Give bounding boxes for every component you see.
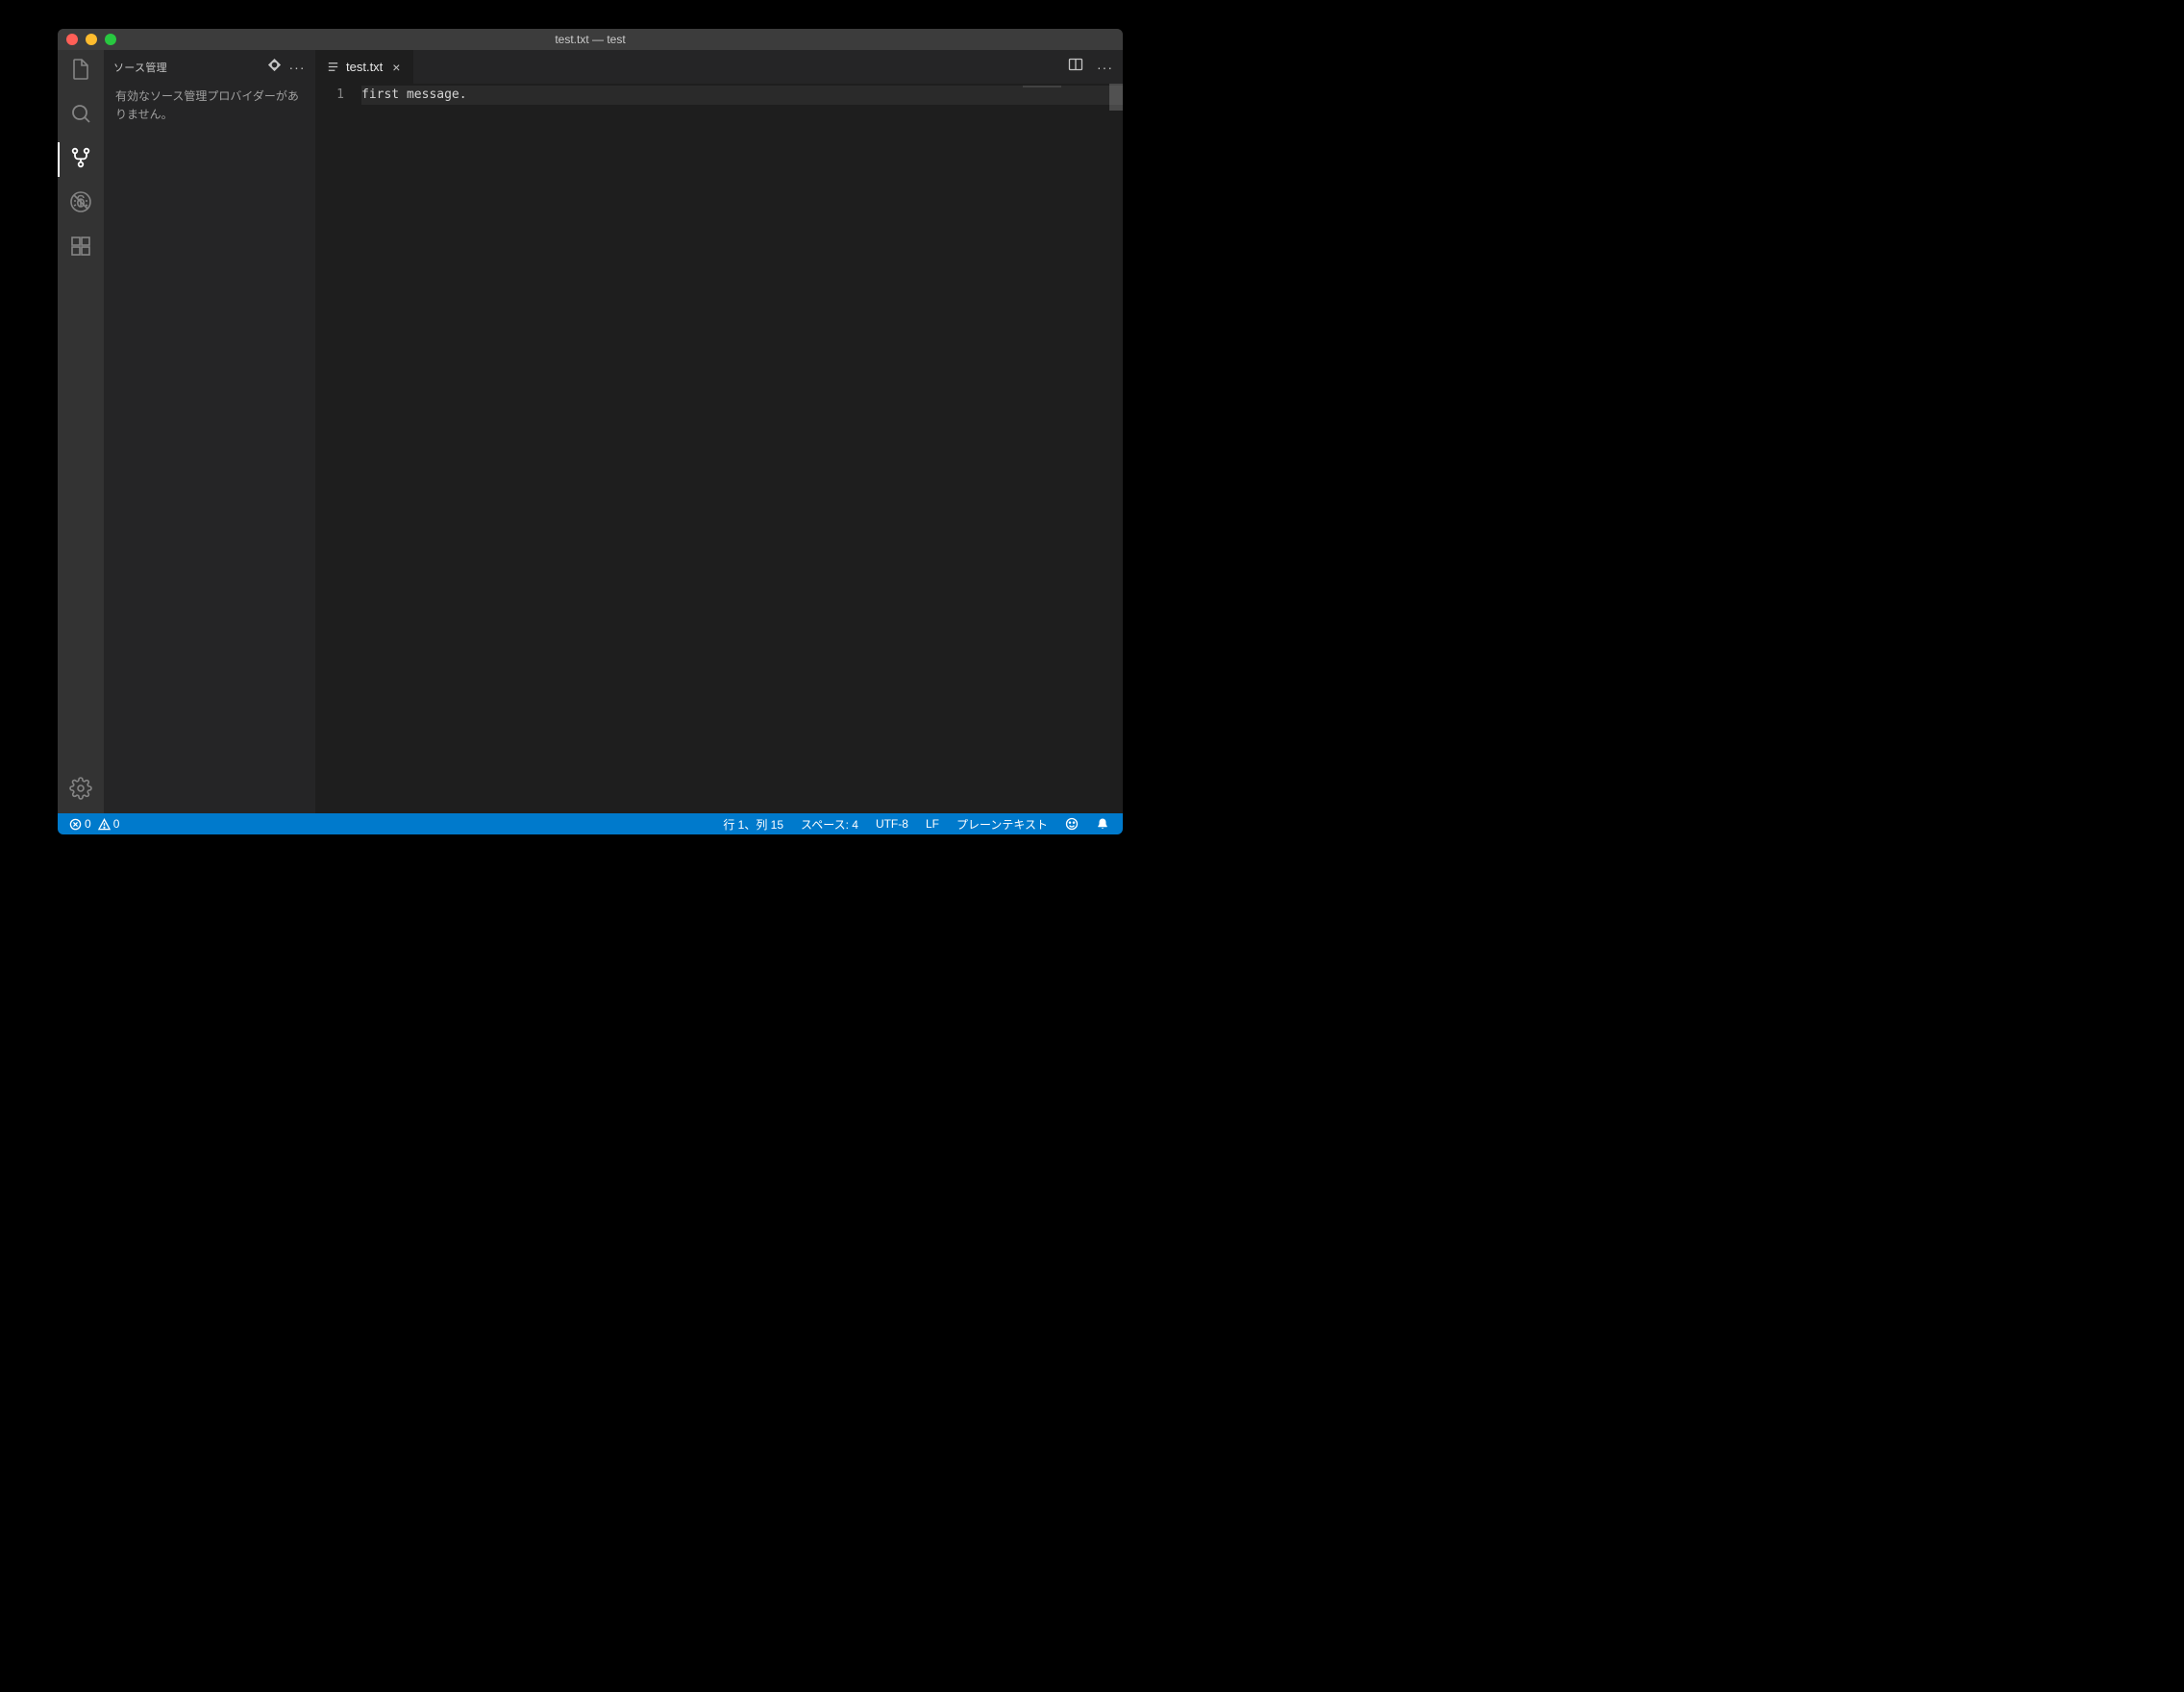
status-right: 行 1、列 15 スペース: 4 UTF-8 LF プレーンテキスト [717,816,1123,833]
panel-message: 有効なソース管理プロバイダーがありません。 [104,84,315,128]
titlebar[interactable]: test.txt — test [58,29,1123,50]
feedback-button[interactable] [1059,817,1084,831]
panel-header: ソース管理 ··· [104,50,315,84]
code-area[interactable]: 1 first message. [315,84,1123,813]
activity-bar [58,50,104,813]
smiley-icon [1065,817,1079,831]
line-number-gutter: 1 [315,84,361,813]
close-icon: × [392,60,400,75]
traffic-lights [66,34,116,45]
split-editor-button[interactable] [1068,57,1083,77]
window-body: ソース管理 ··· 有効なソース管理プロバイダーがありません。 [58,50,1123,813]
notifications-button[interactable] [1090,817,1115,831]
editor-tab[interactable]: test.txt × [315,50,414,84]
editor-more-actions[interactable]: ··· [1097,60,1113,75]
no-bug-icon [69,190,92,218]
scrollbar-thumb[interactable] [1109,84,1123,111]
files-icon [69,58,92,86]
tab-filename: test.txt [346,60,383,74]
scm-provider-icon [267,58,282,77]
status-left: 0 0 [58,817,123,831]
zoom-window-button[interactable] [105,34,116,45]
app-window: test.txt — test [58,29,1123,834]
source-control-tab[interactable] [67,146,94,173]
overview-ruler[interactable] [1109,84,1123,813]
ellipsis-icon: ··· [1097,60,1113,75]
error-count: 0 [85,817,91,831]
warning-icon [98,818,111,831]
source-control-icon [69,146,92,174]
ellipsis-icon: ··· [289,60,306,75]
bell-icon [1096,817,1109,831]
encoding-status[interactable]: UTF-8 [870,817,914,831]
problems-status[interactable]: 0 0 [65,817,123,831]
text-file-icon [325,60,340,75]
cursor-position[interactable]: 行 1、列 15 [717,816,789,833]
source-control-panel: ソース管理 ··· 有効なソース管理プロバイダーがありません。 [104,50,315,813]
warning-count: 0 [113,817,120,831]
debug-tab[interactable] [67,190,94,217]
panel-title: ソース管理 [113,60,260,75]
extensions-tab[interactable] [67,235,94,261]
panel-more-actions[interactable]: ··· [288,59,306,76]
language-mode[interactable]: プレーンテキスト [951,816,1054,833]
minimize-window-button[interactable] [86,34,97,45]
code-lines[interactable]: first message. [361,84,1123,813]
line-number: 1 [315,86,344,105]
search-icon [69,102,92,130]
split-horizontal-icon [1068,57,1083,77]
explorer-tab[interactable] [67,58,94,85]
extensions-icon [69,235,92,262]
gear-icon [69,777,92,805]
indentation-status[interactable]: スペース: 4 [795,816,864,833]
eol-status[interactable]: LF [920,817,945,831]
editor-actions: ··· [1058,50,1123,84]
settings-gear[interactable] [67,777,94,804]
window-title: test.txt — test [58,33,1123,46]
error-icon [69,818,82,831]
tab-close-button[interactable]: × [388,60,404,75]
search-tab[interactable] [67,102,94,129]
close-window-button[interactable] [66,34,78,45]
code-line[interactable]: first message. [361,86,1123,105]
status-bar: 0 0 行 1、列 15 スペース: 4 UTF-8 LF プレーンテキスト [58,813,1123,834]
scm-provider-action[interactable] [265,59,283,76]
tab-bar: test.txt × ··· [315,50,1123,84]
editor-group: test.txt × ··· [315,50,1123,813]
